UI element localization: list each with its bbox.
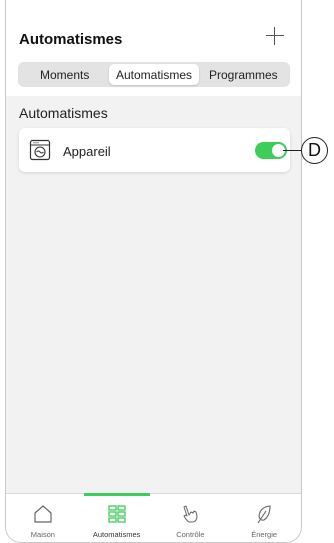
leaf-icon [257, 505, 271, 524]
grid-icon [107, 505, 126, 523]
tab-controle[interactable]: Contrôle [154, 494, 228, 542]
appliance-icon [29, 139, 51, 161]
header: Automatismes Moments Automatismes Progra… [6, 0, 301, 96]
tab-label-energie: Énergie [251, 530, 278, 539]
phone-screen: Automatismes Moments Automatismes Progra… [5, 0, 302, 543]
automation-card[interactable]: Appareil [19, 128, 290, 172]
house-icon [34, 505, 52, 523]
bottom-tab-bar: Maison Automatismes Contrôle Énergie [6, 493, 301, 542]
callout-line [283, 150, 301, 152]
tab-automatismes[interactable]: Automatismes [80, 493, 154, 542]
tab-label-maison: Maison [30, 530, 55, 539]
hand-icon [183, 505, 198, 523]
segmented-control: Moments Automatismes Programmes [18, 62, 290, 87]
tab-label-automatismes: Automatismes [92, 530, 141, 539]
add-icon[interactable] [265, 26, 285, 46]
section-title: Automatismes [19, 105, 108, 121]
segment-programmes[interactable]: Programmes [199, 64, 288, 85]
tab-label-controle: Contrôle [176, 530, 205, 539]
callout-marker: D [301, 137, 328, 164]
tab-maison[interactable]: Maison [6, 494, 80, 542]
segment-moments[interactable]: Moments [20, 64, 109, 85]
page-title: Automatismes [19, 31, 123, 48]
card-label: Appareil [63, 144, 111, 159]
segment-automatismes[interactable]: Automatismes [109, 64, 199, 85]
tab-energie[interactable]: Énergie [227, 494, 301, 542]
